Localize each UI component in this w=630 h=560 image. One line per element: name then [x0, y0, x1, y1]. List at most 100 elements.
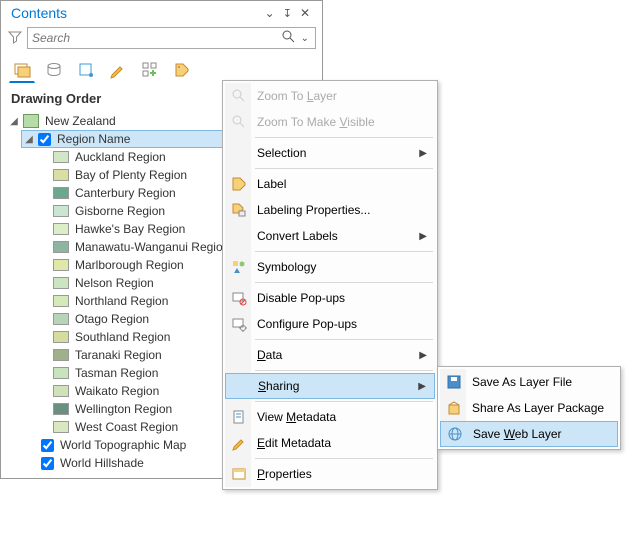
layer-visibility-checkbox[interactable]: [41, 439, 54, 452]
menu-item[interactable]: Label: [225, 171, 435, 197]
menu-item[interactable]: View Metadata: [225, 404, 435, 430]
color-swatch: [53, 403, 69, 415]
share-package-icon: [442, 400, 466, 416]
color-swatch: [53, 187, 69, 199]
menu-item: Zoom To Make Visible: [225, 109, 435, 135]
label-icon: [227, 176, 251, 192]
menu-separator: [255, 251, 433, 252]
symbology-icon: [227, 259, 251, 275]
region-label: Bay of Plenty Region: [73, 168, 187, 182]
region-label: Tasman Region: [73, 366, 158, 380]
panel-title: Contents: [11, 5, 261, 21]
color-swatch: [53, 295, 69, 307]
menu-separator: [255, 282, 433, 283]
caret-icon: ◢: [27, 440, 37, 451]
region-label: Northland Region: [73, 294, 168, 308]
region-label: Waikato Region: [73, 384, 159, 398]
menu-item[interactable]: Symbology: [225, 254, 435, 280]
caret-icon: ◢: [27, 458, 37, 469]
search-input[interactable]: [32, 31, 278, 45]
zoom-visible-icon: [227, 114, 251, 130]
color-swatch: [53, 313, 69, 325]
submenu-arrow-icon: ▶: [418, 381, 434, 392]
menu-item[interactable]: Disable Pop-ups: [225, 285, 435, 311]
tool-drawing-order[interactable]: [9, 57, 35, 83]
layer-context-menu: Zoom To Layer Zoom To Make Visible Selecti…: [222, 80, 438, 490]
menu-item: Zoom To Layer: [225, 83, 435, 109]
layer-visibility-checkbox[interactable]: [41, 457, 54, 470]
menu-item[interactable]: Save Web Layer: [440, 421, 618, 447]
menu-item-label: Save As Layer File: [466, 375, 618, 389]
popup-disable-icon: [227, 290, 251, 306]
region-label: West Coast Region: [73, 420, 178, 434]
menu-item[interactable]: Convert Labels▶: [225, 223, 435, 249]
caret-icon: ◢: [24, 134, 34, 145]
panel-header: Contents ⌄ ↧ ✕: [1, 1, 322, 23]
color-swatch: [53, 331, 69, 343]
color-swatch: [53, 241, 69, 253]
menu-separator: [255, 137, 433, 138]
menu-item-label: Selection: [251, 146, 419, 160]
menu-item[interactable]: Sharing▶: [225, 373, 435, 399]
menu-separator: [255, 370, 433, 371]
menu-item[interactable]: Labeling Properties...: [225, 197, 435, 223]
filter-icon[interactable]: [7, 30, 23, 47]
menu-item-label: Convert Labels: [251, 229, 419, 243]
menu-item[interactable]: Selection▶: [225, 140, 435, 166]
region-label: Wellington Region: [73, 402, 172, 416]
search-row: ⌄: [1, 23, 322, 53]
zoom-layer-icon: [227, 88, 251, 104]
sharing-submenu: Save As Layer File Share As Layer Package…: [437, 366, 621, 450]
autohide-toggle[interactable]: ⌄: [261, 6, 279, 20]
region-label: Nelson Region: [73, 276, 154, 290]
menu-item[interactable]: Properties: [225, 461, 435, 487]
menu-item[interactable]: Share As Layer Package: [440, 395, 618, 421]
color-swatch: [53, 223, 69, 235]
caret-icon: ◢: [9, 116, 19, 127]
menu-item-label: Label: [251, 177, 435, 191]
menu-item[interactable]: Edit Metadata: [225, 430, 435, 456]
menu-item[interactable]: Save As Layer File: [440, 369, 618, 395]
region-label: Marlborough Region: [73, 258, 184, 272]
menu-item-label: Save Web Layer: [467, 427, 617, 441]
tool-add[interactable]: [137, 57, 163, 83]
menu-item-label: Symbology: [251, 260, 435, 274]
save-layer-icon: [442, 374, 466, 390]
tool-selection[interactable]: [73, 57, 99, 83]
menu-item-label: Zoom To Layer: [251, 89, 435, 103]
map-root-label: New Zealand: [43, 114, 116, 128]
color-swatch: [53, 385, 69, 397]
color-swatch: [53, 169, 69, 181]
menu-separator: [255, 401, 433, 402]
region-label: Canterbury Region: [73, 186, 176, 200]
tool-data-source[interactable]: [41, 57, 67, 83]
layer-visibility-checkbox[interactable]: [38, 133, 51, 146]
menu-item-label: Share As Layer Package: [466, 401, 618, 415]
layer-label: Region Name: [55, 132, 130, 146]
search-icon[interactable]: [278, 30, 299, 46]
region-label: Gisborne Region: [73, 204, 165, 218]
color-swatch: [53, 277, 69, 289]
tool-label[interactable]: [169, 57, 195, 83]
menu-item-label: Data: [251, 348, 419, 362]
tool-edit[interactable]: [105, 57, 131, 83]
menu-item-label: Disable Pop-ups: [251, 291, 435, 305]
close-button[interactable]: ✕: [296, 6, 314, 20]
layer-label: World Hillshade: [58, 456, 144, 470]
menu-item-label: Zoom To Make Visible: [251, 115, 435, 129]
menu-item[interactable]: Configure Pop-ups: [225, 311, 435, 337]
save-web-icon: [443, 426, 467, 442]
search-dropdown[interactable]: ⌄: [299, 33, 311, 44]
menu-item[interactable]: Data▶: [225, 342, 435, 368]
submenu-arrow-icon: ▶: [419, 231, 435, 242]
pin-button[interactable]: ↧: [279, 7, 296, 20]
menu-separator: [255, 458, 433, 459]
menu-separator: [255, 339, 433, 340]
color-swatch: [53, 421, 69, 433]
region-label: Taranaki Region: [73, 348, 162, 362]
menu-item-label: Labeling Properties...: [251, 203, 435, 217]
label-props-icon: [227, 202, 251, 218]
submenu-arrow-icon: ▶: [419, 148, 435, 159]
color-swatch: [53, 205, 69, 217]
region-label: Manawatu-Wanganui Region: [73, 240, 229, 254]
